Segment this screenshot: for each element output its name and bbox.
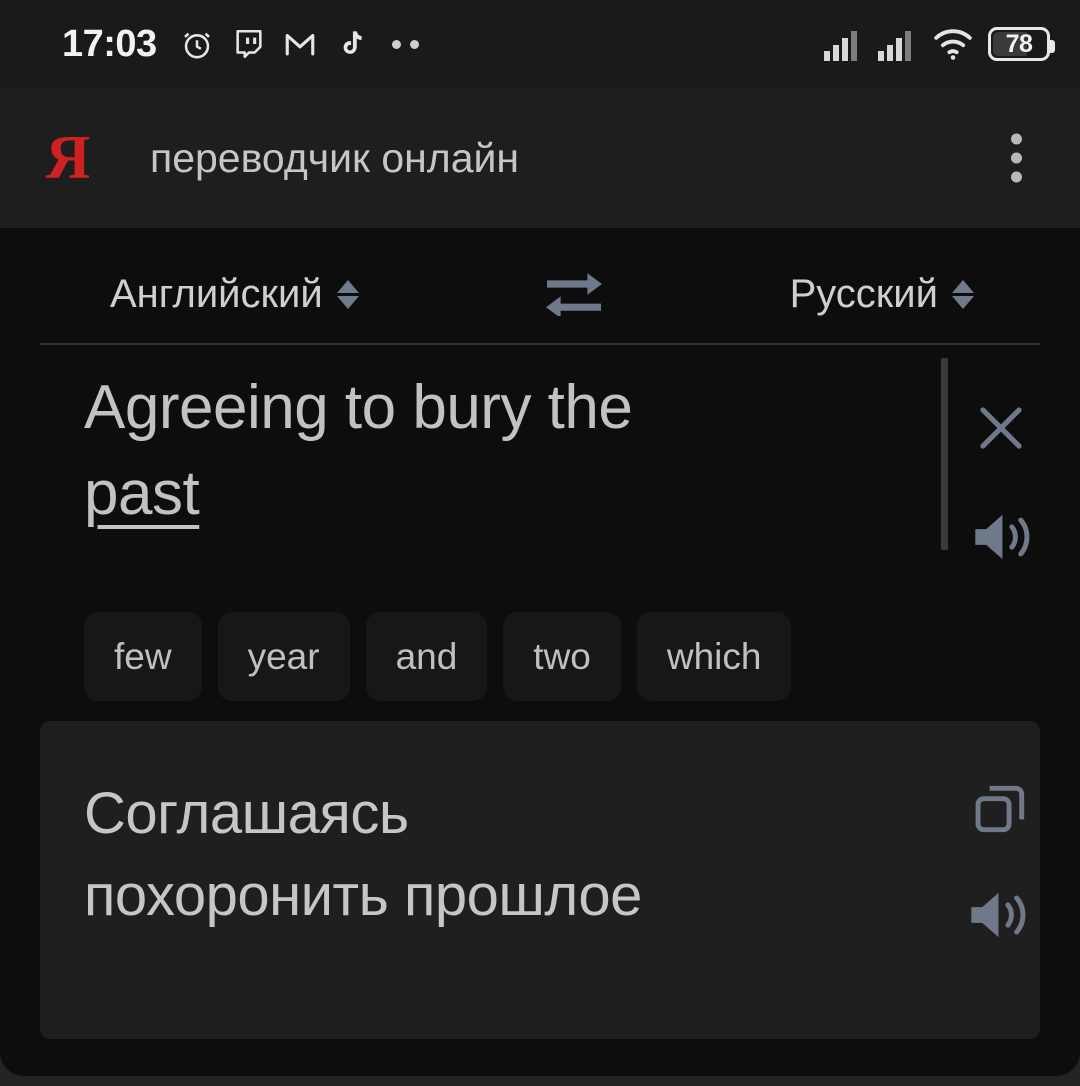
overflow-menu-icon[interactable] — [1001, 124, 1032, 193]
source-actions-divider — [941, 358, 948, 550]
status-bar-right: 78 — [824, 27, 1055, 61]
source-text-line-1: Agreeing to bury the — [84, 373, 633, 442]
gmail-icon — [283, 27, 317, 61]
translator-card: Английский Русский Agreeing to bury the … — [40, 245, 1040, 701]
source-text-area[interactable]: Agreeing to bury the past — [40, 343, 1040, 610]
translation-result-panel: Соглашаясь похоронить прошлое — [40, 721, 1040, 1039]
clear-source-button[interactable] — [956, 385, 1046, 475]
swap-languages-button[interactable] — [529, 260, 619, 329]
copy-icon — [969, 778, 1031, 845]
suggestion-chip[interactable]: year — [217, 612, 350, 701]
language-selector-row: Английский Русский — [40, 245, 1040, 345]
copy-translation-button[interactable] — [952, 763, 1048, 859]
battery-indicator: 78 — [988, 27, 1055, 61]
suggestion-chips: few year and two which — [40, 612, 1040, 701]
suggestion-chip[interactable]: two — [503, 612, 621, 701]
chevron-updown-icon — [336, 279, 359, 309]
listen-translation-button[interactable] — [952, 869, 1048, 965]
alarm-clock-icon — [179, 26, 215, 62]
status-bar: 17:03 78 — [0, 0, 1080, 88]
source-text-line-2: past — [84, 459, 200, 528]
twitch-icon — [232, 27, 266, 61]
speaker-icon — [970, 507, 1038, 572]
source-language-label: Английский — [110, 272, 323, 316]
search-query-text[interactable]: переводчик онлайн — [150, 137, 519, 179]
signal-bars-icon — [824, 27, 864, 61]
phone-screen: 17:03 78 Я переводчик онлайн Английский … — [0, 0, 1080, 1086]
more-notifications-icon — [391, 39, 419, 49]
suggestion-chip[interactable]: which — [636, 612, 792, 701]
translation-result-text[interactable]: Соглашаясь похоронить прошлое — [84, 773, 874, 937]
target-language-selector[interactable]: Русский — [782, 268, 982, 320]
status-clock: 17:03 — [62, 23, 157, 65]
listen-source-button[interactable] — [956, 491, 1052, 587]
wifi-icon — [932, 27, 974, 61]
tiktok-icon — [334, 27, 366, 61]
result-text-line-2: похоронить прошлое — [84, 863, 642, 928]
target-language-label: Русский — [789, 272, 938, 316]
status-bar-left: 17:03 — [62, 25, 419, 63]
chevron-updown-icon — [952, 279, 974, 309]
battery-level: 78 — [1005, 29, 1033, 58]
source-text[interactable]: Agreeing to bury the past — [84, 365, 784, 537]
source-language-selector[interactable]: Английский — [102, 268, 367, 320]
yandex-logo[interactable]: Я — [40, 127, 96, 189]
speaker-icon — [966, 885, 1034, 950]
browser-app-bar: Я переводчик онлайн — [0, 88, 1080, 228]
suggestion-chip[interactable]: and — [365, 612, 488, 701]
page-content: Английский Русский Agreeing to bury the … — [0, 228, 1080, 1076]
result-text-line-1: Соглашаясь — [84, 781, 409, 846]
swap-languages-icon — [543, 268, 605, 321]
close-icon — [970, 397, 1032, 464]
signal-bars-icon — [878, 27, 918, 61]
suggestion-chip[interactable]: few — [84, 612, 202, 701]
